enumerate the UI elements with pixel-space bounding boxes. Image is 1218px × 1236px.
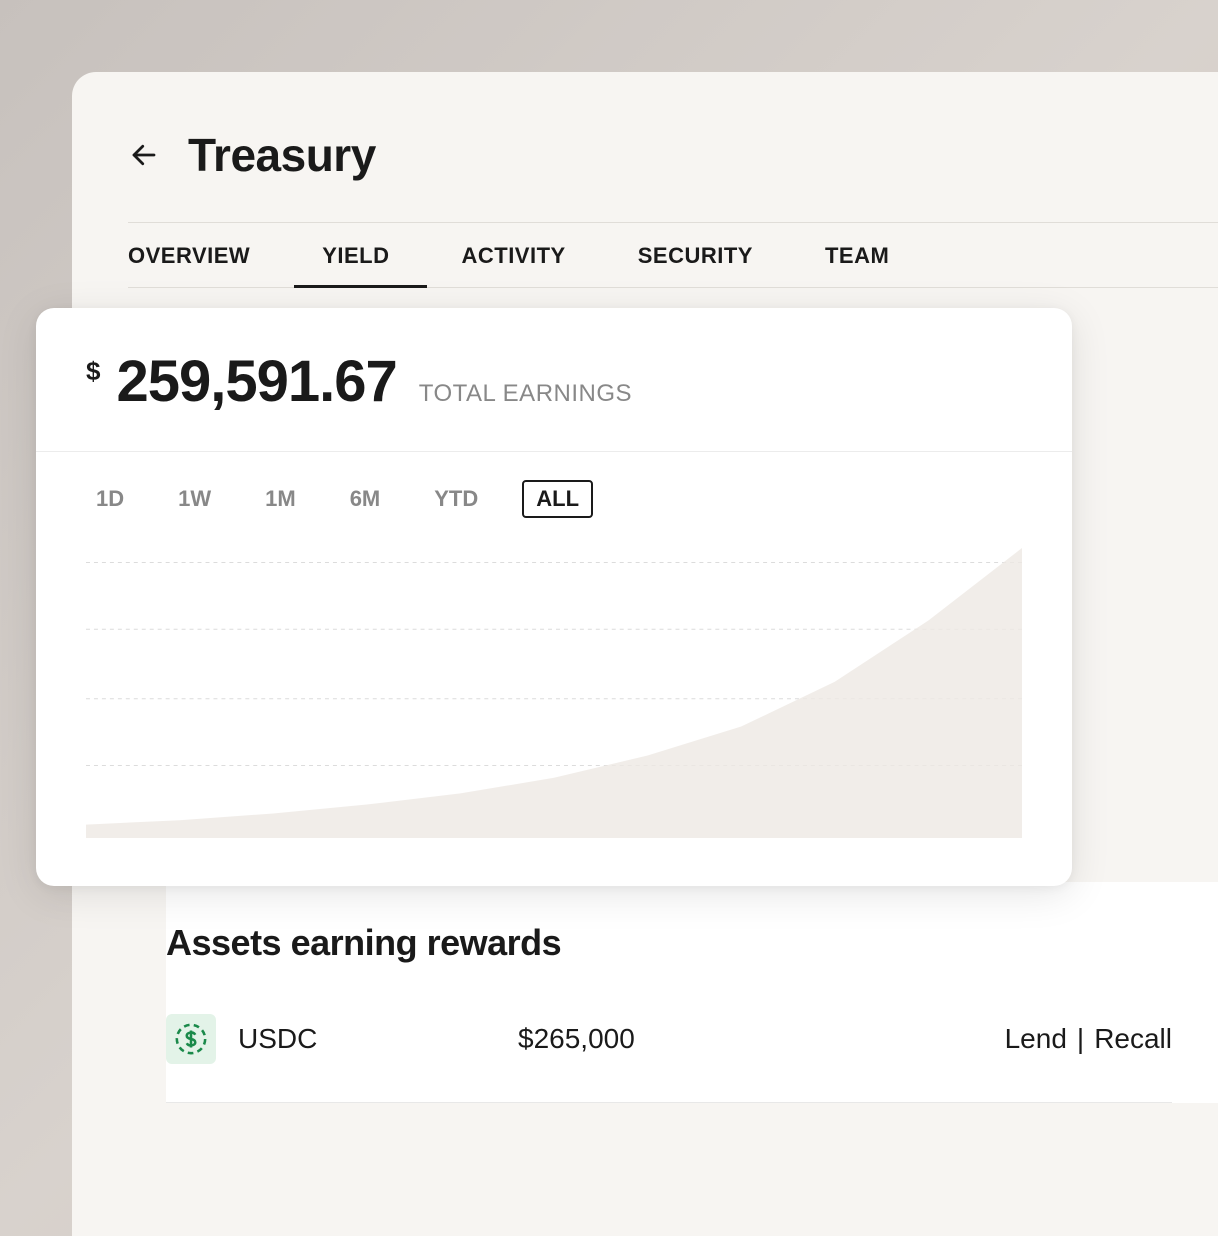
- currency-symbol: $: [86, 356, 100, 387]
- earnings-amount: 259,591.67: [116, 348, 396, 415]
- tab-security[interactable]: SECURITY: [638, 243, 753, 287]
- tab-overview[interactable]: OVERVIEW: [128, 243, 250, 287]
- range-all[interactable]: ALL: [522, 480, 593, 518]
- tab-yield[interactable]: YIELD: [322, 243, 389, 287]
- earnings-chart: [36, 528, 1072, 886]
- page-title: Treasury: [188, 128, 376, 182]
- range-1d[interactable]: 1D: [86, 480, 134, 518]
- earnings-label: TOTAL EARNINGS: [419, 380, 632, 408]
- range-1m[interactable]: 1M: [255, 480, 306, 518]
- back-arrow-button[interactable]: [128, 139, 160, 171]
- action-divider: |: [1077, 1023, 1084, 1055]
- asset-name: USDC: [238, 1023, 518, 1055]
- recall-link[interactable]: Recall: [1094, 1023, 1172, 1055]
- tab-team[interactable]: TEAM: [825, 243, 889, 287]
- dollar-circle-icon: [174, 1022, 208, 1056]
- asset-icon-wrap: [166, 1014, 216, 1064]
- arrow-left-icon: [129, 140, 159, 170]
- area-chart-svg: [86, 548, 1022, 838]
- assets-section: Assets earning rewards USDC $265,000 Len…: [166, 882, 1218, 1103]
- range-ytd[interactable]: YTD: [424, 480, 488, 518]
- asset-row: USDC $265,000 Lend | Recall: [166, 1000, 1172, 1103]
- earnings-card: $ 259,591.67 TOTAL EARNINGS 1D 1W 1M 6M …: [36, 308, 1072, 886]
- header-row: Treasury: [128, 128, 1218, 182]
- asset-amount: $265,000: [518, 1023, 1005, 1055]
- range-selector: 1D 1W 1M 6M YTD ALL: [36, 452, 1072, 528]
- range-1w[interactable]: 1W: [168, 480, 221, 518]
- assets-title: Assets earning rewards: [166, 922, 1172, 964]
- earnings-header: $ 259,591.67 TOTAL EARNINGS: [36, 308, 1072, 452]
- range-6m[interactable]: 6M: [340, 480, 391, 518]
- lend-link[interactable]: Lend: [1005, 1023, 1067, 1055]
- tabs-row: OVERVIEW YIELD ACTIVITY SECURITY TEAM: [128, 222, 1218, 288]
- tab-activity[interactable]: ACTIVITY: [461, 243, 565, 287]
- asset-actions: Lend | Recall: [1005, 1023, 1172, 1055]
